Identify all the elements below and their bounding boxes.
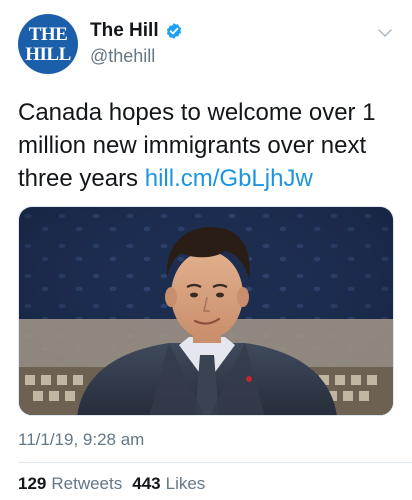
tweet-text: Canada hopes to welcome over 1 million n… [18, 96, 398, 195]
author-info[interactable]: The Hill @thehill [90, 20, 183, 67]
display-name-row: The Hill [90, 20, 183, 42]
tweet-header: THE HILL The Hill @thehill [18, 14, 398, 76]
retweets-label: Retweets [51, 474, 123, 493]
tweet-timestamp[interactable]: 11/1/19, 9:28 am [18, 430, 144, 450]
tweet-stats: 129 Retweets 443 Likes [18, 474, 215, 494]
display-name[interactable]: The Hill [90, 20, 159, 42]
divider [18, 462, 412, 463]
avatar-text-line2: HILL [25, 43, 71, 65]
retweets-count: 129 [18, 474, 47, 493]
tweet-photo[interactable] [18, 206, 394, 416]
avatar[interactable]: THE HILL [18, 14, 78, 74]
chevron-down-icon[interactable] [376, 24, 394, 42]
verified-badge-icon [166, 23, 181, 39]
avatar-text-line1: THE [28, 23, 68, 45]
photo-image [19, 207, 393, 415]
handle[interactable]: @thehill [90, 46, 183, 67]
likes-stat[interactable]: 443 Likes [132, 474, 205, 494]
retweets-stat[interactable]: 129 Retweets [18, 474, 122, 494]
likes-label: Likes [165, 474, 206, 493]
tweet-link[interactable]: hill.cm/GbLjhJw [145, 165, 313, 192]
likes-count: 443 [132, 474, 161, 493]
